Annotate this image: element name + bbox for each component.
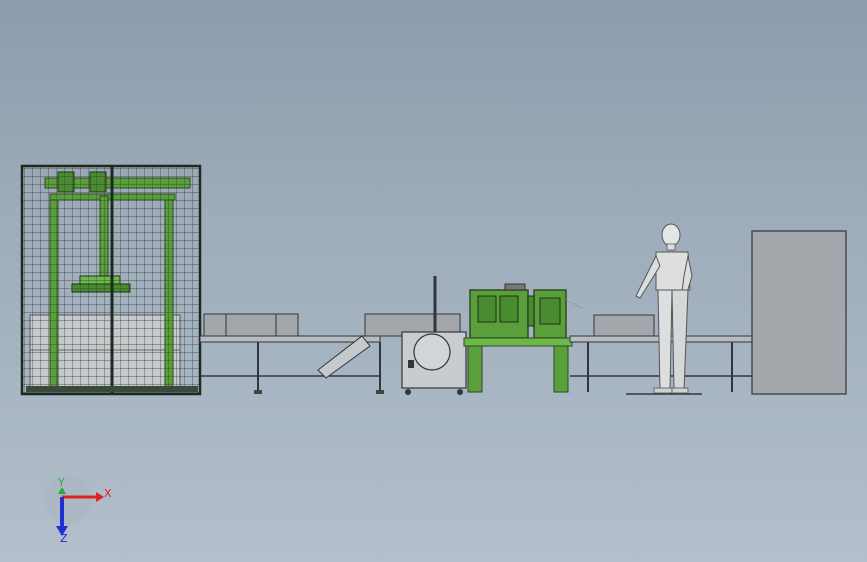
strap-reel [413,333,451,371]
carton-5 [593,314,655,337]
carton-2 [225,313,277,337]
operator-figure [635,223,693,394]
z-axis-label: Z [60,532,68,545]
sealer-leg-left [467,345,483,393]
case-sealer [463,283,583,393]
palletizer-cell [20,164,202,396]
control-cabinet [751,230,847,395]
carton-3 [275,313,299,337]
coordinate-triad: X Y Z [44,476,112,545]
conveyor-1 [199,313,384,394]
carton-1 [203,313,227,337]
sealer-leg-right [553,345,569,393]
y-axis-label: Y [57,476,65,489]
x-axis-label: X [104,487,112,500]
cad-viewport[interactable]: X Y Z [0,0,867,562]
